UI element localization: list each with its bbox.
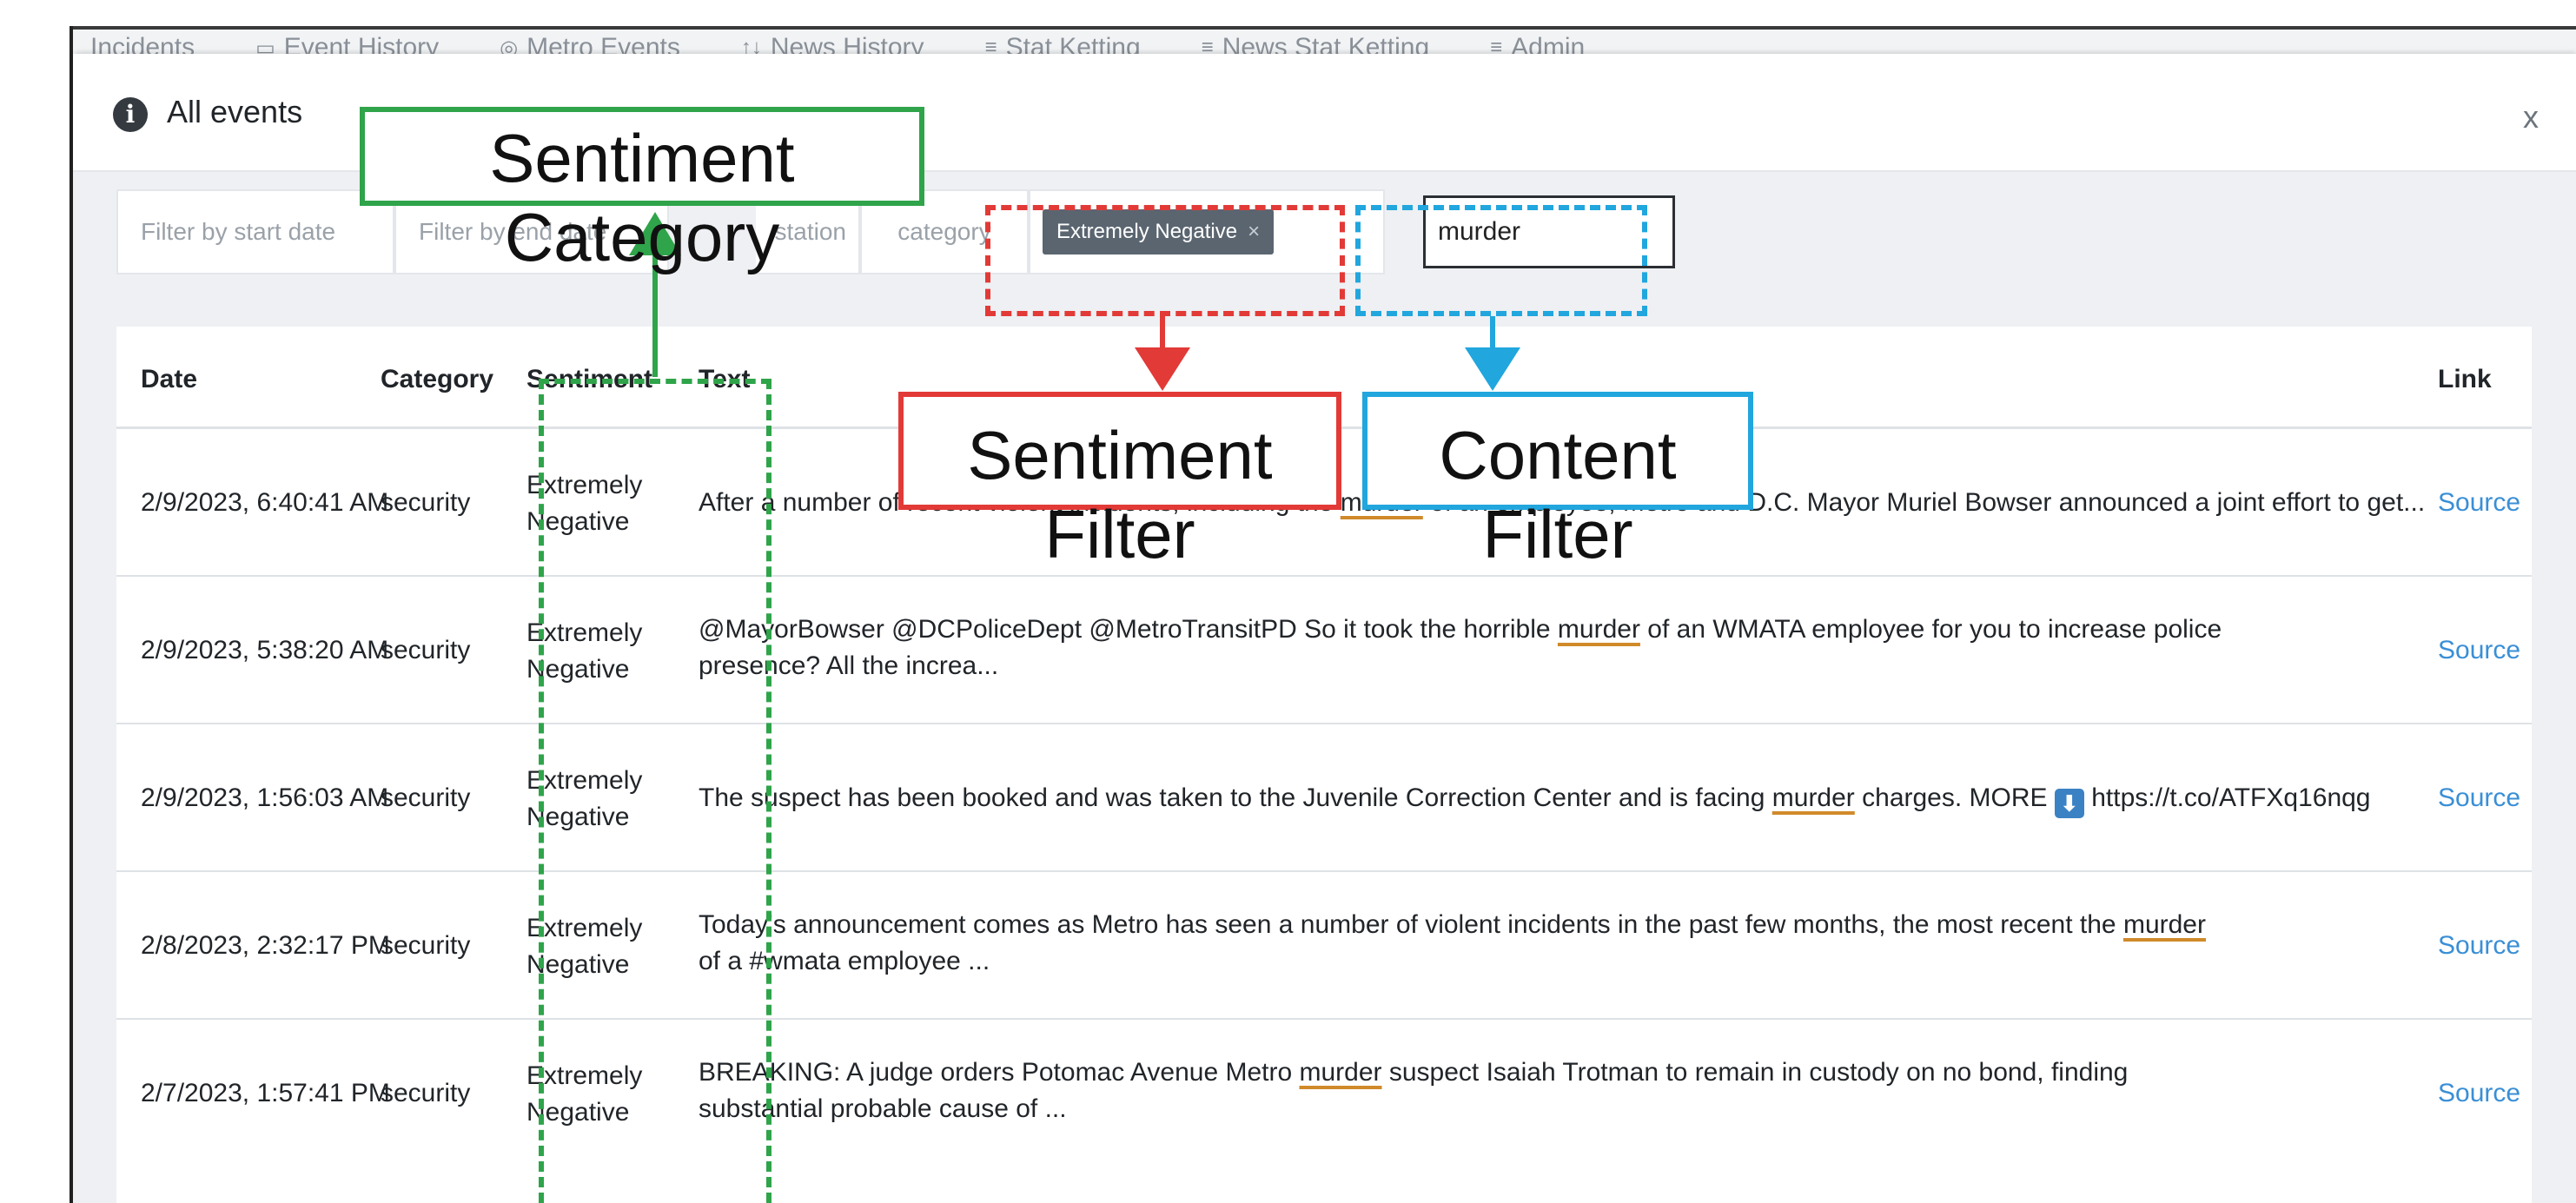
row-category: security [381,783,471,812]
sentiment-filter[interactable]: Extremely Negative × [1029,189,1385,274]
row-date: 2/8/2023, 2:32:17 PM [141,931,390,960]
screenshot-stage: Incidents ▭ Event History ◎ Metro Events ↑… [0,0,2576,1203]
row-sentiment: Extremely Negative [526,471,643,536]
table-row: 2/9/2023, 5:38:20 AM security Extremely … [116,577,2532,724]
content-filter-input[interactable]: murder [1423,195,1675,268]
annotation-content-filter: Content Filter [1362,392,1753,572]
source-link[interactable]: Source [2438,485,2520,521]
row-date: 2/7/2023, 1:57:41 PM [141,1079,390,1107]
row-sentiment: Extremely Negative [526,618,643,684]
keyword-highlight: murder [1299,1058,1382,1087]
row-sentiment: Extremely Negative [526,914,643,979]
header-sentiment[interactable]: Sentiment [526,365,652,394]
annotation-content-filter-label: Content Filter [1439,417,1677,572]
tag-remove-icon[interactable]: × [1248,220,1260,244]
header-category[interactable]: Category [381,365,493,394]
row-category: security [381,1079,471,1107]
close-button[interactable]: x [2523,99,2539,136]
sentiment-tag-label: Extremely Negative [1056,220,1238,243]
info-icon: i [113,97,148,132]
annotation-sentiment-category: Sentiment Category [360,107,924,275]
row-category: security [381,931,471,960]
modal-body: Filter by start date Filter by end date … [73,172,2576,1203]
source-link[interactable]: Source [2438,1075,2520,1112]
row-text: @MayorBowser @DCPoliceDept @MetroTransit… [699,615,2222,680]
keyword-highlight: murder [1557,615,1640,644]
row-text: BREAKING: A judge orders Potomac Avenue … [699,1058,2129,1123]
source-link[interactable]: Source [2438,632,2520,669]
table-row: 2/9/2023, 1:56:03 AM security Extremely … [116,724,2532,872]
table-row: 2/7/2023, 1:57:41 PM security Extremely … [116,1020,2532,1167]
row-category: security [381,488,471,517]
row-date: 2/9/2023, 6:40:41 AM [141,488,389,517]
source-link[interactable]: Source [2438,780,2520,816]
row-text: The suspect has been booked and was take… [699,783,2371,818]
row-date: 2/9/2023, 1:56:03 AM [141,783,389,812]
table-row: 2/8/2023, 2:32:17 PM security Extremely … [116,872,2532,1020]
keyword-highlight: murder [1771,783,1855,812]
header-link[interactable]: Link [2438,365,2492,394]
keyword-highlight: murder [2122,910,2206,939]
modal-title: All events [167,94,303,129]
annotation-sentiment-filter-label: Sentiment Filter [967,417,1273,572]
start-date-filter[interactable]: Filter by start date [116,189,394,274]
annotation-sentiment-category-label: Sentiment Category [489,120,795,275]
down-arrow-icon: ⬇ [2054,789,2084,818]
row-sentiment: Extremely Negative [526,766,643,831]
row-date: 2/9/2023, 5:38:20 AM [141,636,389,664]
sentiment-tag: Extremely Negative × [1043,209,1275,254]
source-link[interactable]: Source [2438,928,2520,964]
header-text[interactable]: Text [699,365,750,394]
row-sentiment: Extremely Negative [526,1061,643,1127]
row-category: security [381,636,471,664]
row-text: Today's announcement comes as Metro has … [699,910,2206,975]
header-date[interactable]: Date [141,365,197,394]
annotation-sentiment-filter: Sentiment Filter [898,392,1341,572]
